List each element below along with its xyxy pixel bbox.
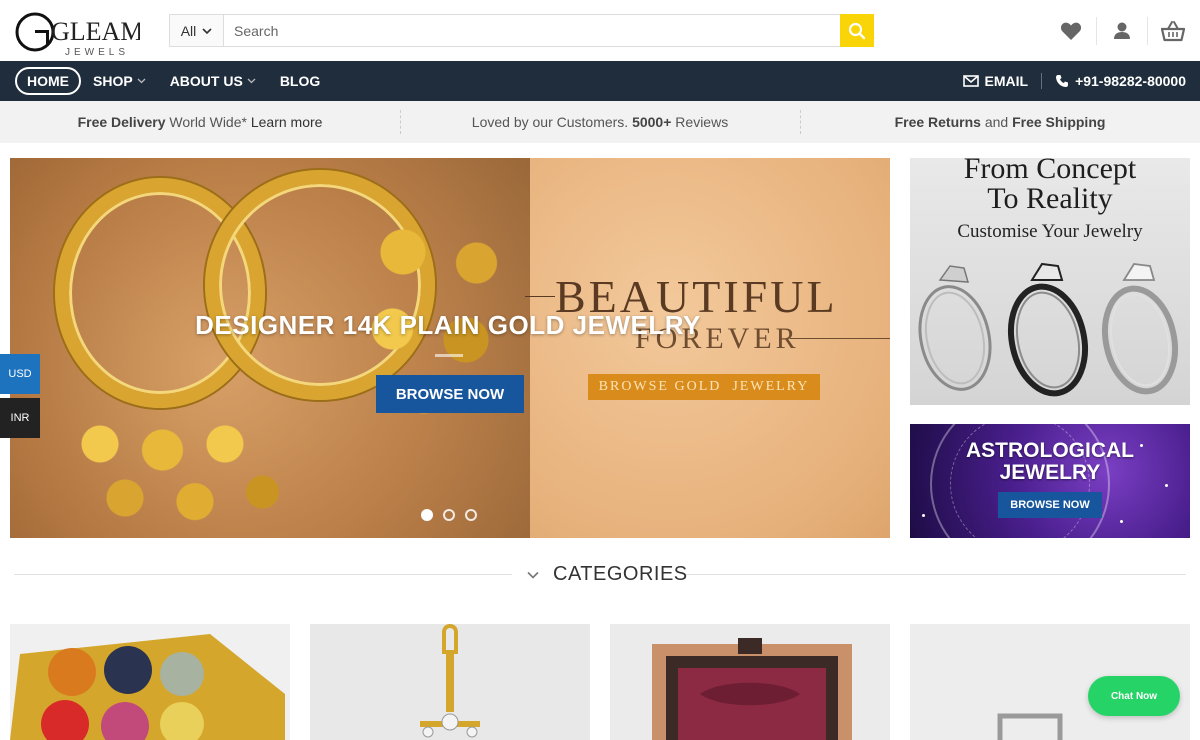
site-header: GLEAM JEWELS All xyxy=(0,0,1200,61)
chevron-down-icon xyxy=(202,27,212,34)
nav-menu: HOME SHOP ABOUT US BLOG xyxy=(15,67,344,95)
user-icon xyxy=(1114,22,1130,39)
info-returns: Free Returns and Free Shipping xyxy=(800,101,1200,143)
categories-title[interactable]: CATEGORIES xyxy=(527,563,688,586)
categories-heading: CATEGORIES xyxy=(0,560,1200,590)
nav-contact: EMAIL +91-98282-80000 xyxy=(962,67,1186,95)
promo-astro-title: ASTROLOGICAL JEWELRY xyxy=(910,440,1190,484)
logo-subtext: JEWELS xyxy=(65,47,129,58)
header-icons xyxy=(1034,16,1186,46)
wishlist-button[interactable] xyxy=(1058,18,1084,44)
basket-icon xyxy=(1161,21,1185,42)
hero-slider[interactable]: BEAUTIFUL FOREVER BROWSE GOLD JEWELRY DE… xyxy=(10,158,890,538)
envelope-icon xyxy=(962,75,979,87)
info-reviews[interactable]: Loved by our Customers. 5000+ Reviews xyxy=(400,101,800,143)
header-divider xyxy=(1147,17,1148,45)
star-decoration xyxy=(1165,484,1168,487)
main-navigation: HOME SHOP ABOUT US BLOG EMAIL +91-98282-… xyxy=(0,61,1200,101)
info-delivery: Free Delivery World Wide* Learn more xyxy=(0,101,400,143)
search-input[interactable] xyxy=(224,15,840,46)
info-delivery-text: World Wide* xyxy=(165,114,251,130)
info-reviews-text: Loved by our Customers. xyxy=(471,114,633,130)
slider-dot[interactable] xyxy=(421,509,433,521)
nav-item-about-us[interactable]: ABOUT US xyxy=(170,67,256,95)
cart-button[interactable] xyxy=(1160,18,1186,44)
chevron-down-icon xyxy=(247,78,256,84)
promo-custom-title-line2: To Reality xyxy=(987,182,1113,215)
nav-item-blog[interactable]: BLOG xyxy=(280,67,320,95)
currency-inr-button[interactable]: INR xyxy=(0,398,40,438)
heart-icon xyxy=(1060,22,1082,40)
search-category-label: All xyxy=(180,22,197,39)
gemstone-ring-image xyxy=(10,624,290,740)
promo-custom-subtitle: Customise Your Jewelry xyxy=(957,221,1143,242)
heading-divider xyxy=(686,574,1186,575)
info-reviews-count: 5000+ xyxy=(632,114,672,130)
chevron-down-icon xyxy=(527,571,539,579)
pendant-image xyxy=(310,624,590,740)
search-category-select[interactable]: All xyxy=(170,15,224,46)
slider-dot[interactable] xyxy=(465,509,477,521)
hero-image-line xyxy=(525,296,555,297)
category-cards xyxy=(10,624,1190,740)
info-shipping-bold: Free Shipping xyxy=(1012,114,1106,130)
nav-item-label: SHOP xyxy=(93,73,133,89)
logo-graphic: GLEAM JEWELS xyxy=(15,12,143,58)
nav-item-home[interactable]: HOME xyxy=(15,67,81,95)
info-reviews-tail: Reviews xyxy=(671,114,729,130)
promo-astro-title-line1: ASTROLOGICAL xyxy=(966,439,1134,462)
info-returns-and: and xyxy=(980,114,1013,130)
chevron-down-icon xyxy=(137,78,146,84)
promo-astro-title-line2: JEWELRY xyxy=(999,461,1101,484)
hero-title: DESIGNER 14K PLAIN GOLD JEWELRY xyxy=(195,310,701,340)
hero-image-browse-gold: BROWSE GOLD JEWELRY xyxy=(588,374,820,400)
category-card[interactable] xyxy=(610,624,890,740)
heading-divider xyxy=(14,574,512,575)
nav-item-label: HOME xyxy=(27,73,69,89)
promo-custom-jewelry[interactable]: From Concept To Reality Customise Your J… xyxy=(910,158,1190,405)
promo-astrological-jewelry[interactable]: ASTROLOGICAL JEWELRY BROWSE NOW xyxy=(910,424,1190,538)
nav-item-label: BLOG xyxy=(279,73,321,89)
search-bar: All xyxy=(169,14,874,47)
hero-browse-now-button[interactable]: BROWSE NOW xyxy=(376,375,524,413)
site-logo[interactable]: GLEAM JEWELS xyxy=(15,8,143,58)
star-decoration xyxy=(1120,520,1123,523)
account-button[interactable] xyxy=(1109,18,1135,44)
info-returns-bold: Free Returns xyxy=(894,114,981,130)
header-divider xyxy=(1096,17,1097,45)
hero-divider xyxy=(435,354,463,357)
logo-text: GLEAM xyxy=(51,17,140,46)
hero-earring-image xyxy=(50,408,300,528)
phone-link[interactable]: +91-98282-80000 xyxy=(1055,73,1186,89)
promo-custom-title: From Concept To Reality xyxy=(910,158,1190,214)
currency-usd-button[interactable]: USD xyxy=(0,354,40,394)
nav-item-label: ABOUT US xyxy=(169,73,243,89)
categories-title-text: CATEGORIES xyxy=(553,563,688,585)
phone-number: +91-98282-80000 xyxy=(1075,73,1186,89)
email-label: EMAIL xyxy=(984,73,1029,89)
learn-more-link[interactable]: Learn more xyxy=(251,114,323,130)
slider-dots xyxy=(421,509,477,521)
category-card[interactable] xyxy=(310,624,590,740)
search-icon xyxy=(848,22,866,39)
promo-astro-browse-button[interactable]: BROWSE NOW xyxy=(998,492,1102,518)
ruby-pendant-image xyxy=(610,624,890,740)
promo-custom-title-line1: From Concept xyxy=(963,158,1137,185)
category-card[interactable] xyxy=(10,624,290,740)
nav-divider xyxy=(1041,73,1043,89)
star-decoration xyxy=(922,514,925,517)
email-link[interactable]: EMAIL xyxy=(962,73,1029,89)
phone-icon xyxy=(1056,75,1069,87)
slider-dot[interactable] xyxy=(443,509,455,521)
ring-sketch-image xyxy=(918,262,1178,397)
chat-now-button[interactable]: Chat Now xyxy=(1088,676,1180,716)
search-button[interactable] xyxy=(840,14,874,47)
info-bar: Free Delivery World Wide* Learn more Lov… xyxy=(0,101,1200,143)
info-delivery-bold: Free Delivery xyxy=(77,114,166,130)
nav-item-shop[interactable]: SHOP xyxy=(93,67,146,95)
